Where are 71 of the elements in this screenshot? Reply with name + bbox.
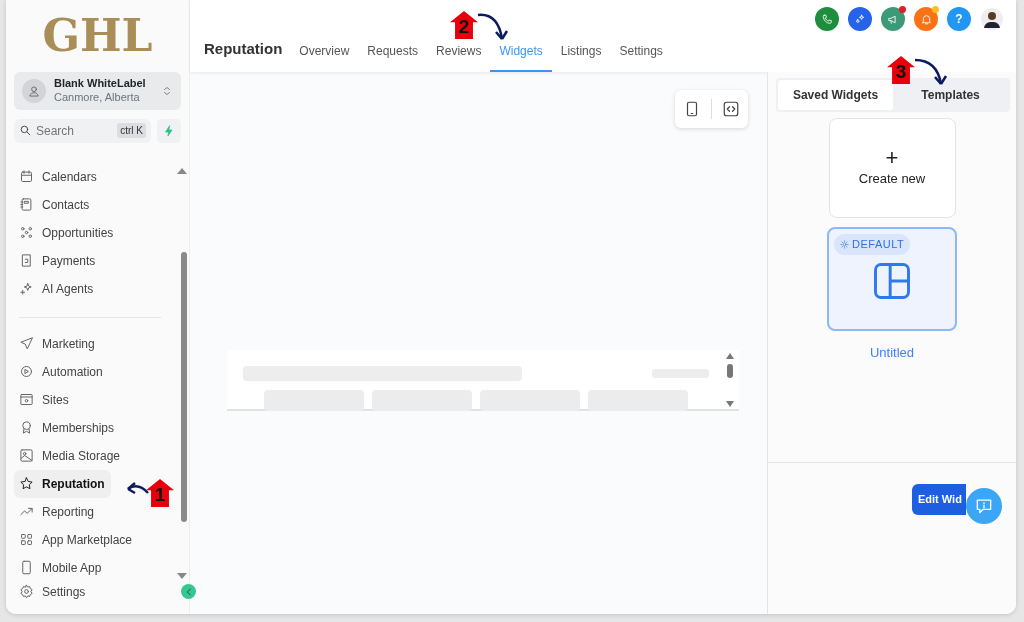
calendar-icon (19, 169, 34, 184)
scroll-down-icon[interactable] (177, 573, 187, 579)
collapse-button[interactable] (181, 584, 196, 599)
nav-tab[interactable]: Listings (551, 42, 611, 72)
notification-dot (899, 6, 906, 13)
settings-icon (19, 584, 34, 599)
sidebar-item[interactable]: Media Storage (14, 441, 127, 470)
sparkle-icon (853, 12, 867, 26)
search-icon (19, 124, 32, 137)
chat-button[interactable] (966, 488, 1002, 524)
contacts-icon (19, 197, 34, 212)
action-button[interactable] (881, 7, 905, 31)
sidebar-item[interactable]: Reputation (14, 469, 111, 498)
browser-icon (19, 392, 34, 407)
network-icon (19, 225, 34, 240)
grid-icon (19, 532, 34, 547)
receipt-icon (19, 253, 34, 268)
phone-icon (19, 560, 34, 575)
scrollbar[interactable] (181, 252, 187, 522)
image-icon (19, 448, 34, 463)
pointer-arrow (913, 57, 947, 87)
send-icon (19, 336, 34, 351)
create-card[interactable]: + Create new (828, 118, 956, 218)
nav-tab[interactable]: Overview (290, 42, 359, 72)
plus-icon: + (885, 147, 899, 170)
sun-icon (840, 239, 849, 249)
sidebar-item[interactable]: Sites (14, 385, 75, 414)
sidebar-item[interactable]: Marketing (14, 329, 101, 358)
account-location: Canmore, Alberta (54, 90, 141, 105)
sidebar-item[interactable]: App Marketplace (14, 525, 139, 554)
pointer-arrow (126, 481, 150, 497)
pointer-arrow (476, 12, 509, 42)
quick-action-button[interactable] (157, 118, 181, 143)
sidebar-item[interactable]: Memberships (14, 413, 121, 442)
account-name: Blank WhiteLabel (54, 77, 146, 91)
search-field[interactable]: Search ctrl K (14, 118, 151, 143)
sidebar-item[interactable]: Calendars (14, 162, 103, 191)
action-button[interactable] (848, 7, 872, 31)
logo: GHL (41, 14, 154, 58)
page-title: Reputation (204, 38, 283, 59)
sidebar-item[interactable]: Automation (14, 357, 109, 386)
sidebar-item[interactable]: AI Agents (14, 274, 100, 303)
action-button[interactable] (914, 7, 938, 31)
search-input[interactable]: Search (36, 121, 106, 140)
edit-widget-button[interactable]: Edit Wid (912, 484, 966, 515)
avatar[interactable] (980, 7, 1004, 31)
shortcut-hint: ctrl K (117, 123, 146, 138)
sidebar-item[interactable]: Payments (14, 246, 102, 275)
default-badge: DEFAULT (834, 234, 911, 255)
template-name[interactable]: Untitled (869, 343, 915, 363)
phone-icon (820, 12, 834, 26)
notification-dot (932, 6, 939, 13)
segment-tab[interactable]: Saved Widgets (778, 80, 893, 110)
code-icon[interactable] (722, 100, 740, 118)
sidebar-item[interactable]: Contacts (14, 190, 96, 219)
bell-icon (919, 12, 933, 26)
sparkle-icon (19, 281, 34, 296)
bolt-icon (163, 124, 175, 137)
nav-tab[interactable]: Requests (358, 42, 428, 72)
template-card[interactable]: DEFAULT (827, 227, 957, 331)
nav-tab[interactable]: Reviews (427, 42, 491, 72)
nav-tab[interactable]: Settings (610, 42, 672, 72)
award-icon (19, 420, 34, 435)
sidebar-item[interactable]: Reporting (14, 497, 101, 526)
scroll-up-icon[interactable] (177, 168, 187, 174)
sidebar-item[interactable]: Opportunities (14, 218, 120, 247)
play-icon (19, 364, 34, 379)
star-icon (19, 476, 34, 491)
user-icon (27, 83, 41, 98)
account-switcher[interactable]: Blank WhiteLabel Canmore, Alberta (14, 72, 181, 110)
action-button[interactable] (815, 7, 839, 31)
